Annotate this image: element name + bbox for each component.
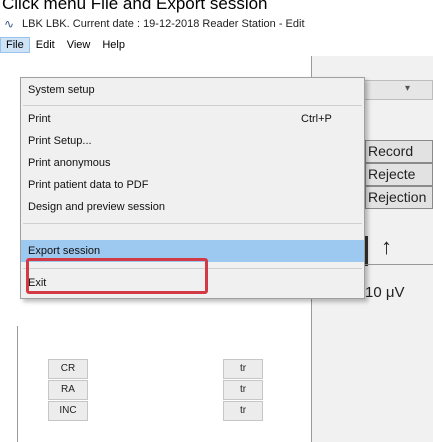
annotation-highlight-box [26, 258, 208, 294]
menu-help[interactable]: Help [96, 37, 131, 53]
toolbar-divider [365, 264, 433, 265]
rejection-button[interactable]: Rejection [365, 186, 433, 209]
menu-file[interactable]: File [0, 37, 30, 53]
row-value-ra[interactable]: tr [223, 380, 263, 400]
menu-item-label: Print Setup... [28, 135, 92, 147]
cursor-marker [365, 236, 368, 266]
menu-separator [23, 223, 362, 224]
chevron-down-icon: ▾ [405, 83, 411, 94]
menu-item-print-setup[interactable]: Print Setup... [21, 130, 364, 152]
instruction-caption: Click menu File and Export session [2, 0, 268, 13]
cursor-toolbar: ↑ [365, 234, 433, 266]
menu-item-system-setup[interactable]: System setup [21, 79, 364, 101]
scale-label: 10 μV [365, 284, 405, 301]
menu-item-design-preview[interactable]: Design and preview session [21, 196, 364, 218]
menu-item-label: Print patient data to PDF [28, 179, 149, 191]
rejected-button[interactable]: Rejecte [365, 163, 433, 186]
record-button[interactable]: Record [365, 140, 433, 163]
row-value-inc[interactable]: tr [223, 401, 263, 421]
arrow-up-icon[interactable]: ↑ [381, 234, 392, 260]
menu-item-label: Print [28, 113, 51, 125]
panel-divider [17, 326, 18, 442]
row-label-cr[interactable]: CR [48, 359, 88, 379]
row-value-cr[interactable]: tr [223, 359, 263, 379]
window-titlebar: ∿ LBK LBK. Current date : 19-12-2018 Rea… [0, 14, 433, 34]
dropdown-combo[interactable]: ▾ [362, 80, 433, 100]
menu-view[interactable]: View [61, 37, 97, 53]
row-label-ra[interactable]: RA [48, 380, 88, 400]
menu-item-label: Print anonymous [28, 157, 111, 169]
menubar: File Edit View Help [0, 34, 433, 56]
menu-item-label: System setup [28, 84, 95, 96]
menu-separator [23, 105, 362, 106]
menu-edit[interactable]: Edit [30, 37, 61, 53]
row-label-inc[interactable]: INC [48, 401, 88, 421]
app-waveform-icon: ∿ [4, 17, 15, 31]
menu-item-shortcut: Ctrl+P [301, 113, 332, 125]
menu-item-print[interactable]: Print Ctrl+P [21, 108, 364, 130]
menu-item-label: Design and preview session [28, 201, 165, 213]
menu-item-print-pdf[interactable]: Print patient data to PDF [21, 174, 364, 196]
window-title: LBK LBK. Current date : 19-12-2018 Reade… [22, 18, 305, 30]
menu-item-print-anonymous[interactable]: Print anonymous [21, 152, 364, 174]
